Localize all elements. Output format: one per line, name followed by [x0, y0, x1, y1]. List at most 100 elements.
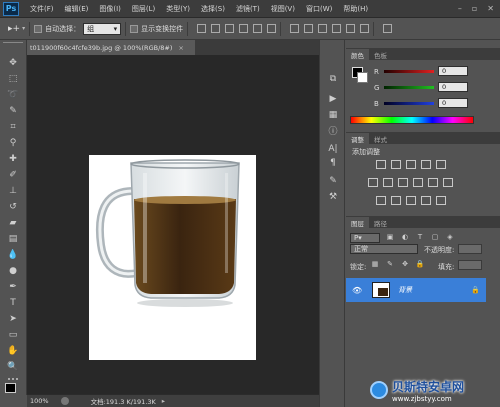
document-tab[interactable]: t011900f60c4fcfe39b.jpg @ 100%(RGB/8#) ×	[27, 40, 195, 55]
move-icon[interactable]: ✥	[6, 58, 20, 69]
tab-adjustments[interactable]: 调整	[346, 133, 369, 144]
distribute-left-icon[interactable]	[332, 24, 342, 33]
channel-mixer-icon[interactable]	[428, 178, 438, 187]
marquee-icon[interactable]: ⬚	[6, 74, 20, 85]
minimize-button[interactable]: –	[458, 4, 462, 13]
distribute-top-icon[interactable]	[290, 24, 300, 33]
type-icon[interactable]: T	[6, 298, 20, 309]
character-icon[interactable]: A|	[326, 144, 340, 156]
tool-preset-dropdown-icon[interactable]: ▾	[22, 25, 25, 32]
blue-channel-input[interactable]: 0	[438, 98, 468, 108]
red-channel-slider[interactable]	[384, 70, 434, 73]
posterize-icon[interactable]	[391, 196, 401, 205]
canvas-area[interactable]	[27, 55, 319, 394]
status-arrow-icon[interactable]: ▸	[162, 397, 165, 405]
hue-saturation-icon[interactable]	[368, 178, 378, 187]
maximize-button[interactable]: ▫	[472, 4, 477, 13]
brightness-icon[interactable]	[376, 160, 386, 169]
move-tool-icon[interactable]: ▸+	[8, 24, 20, 34]
color-spectrum-bar[interactable]	[350, 116, 474, 124]
menu-layer[interactable]: 图层(L)	[132, 4, 155, 14]
layer-kind-filter[interactable]: P▾	[350, 232, 380, 243]
close-tab-icon[interactable]: ×	[178, 44, 183, 52]
invert-icon[interactable]	[376, 196, 386, 205]
photo-filter-icon[interactable]	[413, 178, 423, 187]
menu-window[interactable]: 窗口(W)	[306, 4, 332, 14]
lock-position-icon[interactable]: ✥	[400, 260, 410, 269]
selective-color-icon[interactable]	[436, 196, 446, 205]
auto-select-dropdown[interactable]: 组 ▾	[83, 22, 122, 35]
menu-file[interactable]: 文件(F)	[30, 4, 54, 14]
menu-edit[interactable]: 编辑(E)	[65, 4, 89, 14]
align-vcenter-icon[interactable]	[211, 24, 221, 33]
properties-icon[interactable]: ▦	[326, 110, 340, 122]
align-top-icon[interactable]	[197, 24, 207, 33]
brush-icon[interactable]: ✐	[6, 170, 20, 181]
levels-icon[interactable]	[391, 160, 401, 169]
actions-icon[interactable]: ▶	[326, 94, 340, 106]
filter-type-icon[interactable]: T	[415, 233, 425, 242]
black-white-icon[interactable]	[398, 178, 408, 187]
paragraph-icon[interactable]: ¶	[326, 158, 340, 170]
auto-select-checkbox[interactable]	[34, 24, 43, 33]
show-transform-checkbox[interactable]	[130, 24, 139, 33]
zoom-level[interactable]: 100%	[30, 397, 49, 405]
green-channel-slider[interactable]	[384, 86, 434, 89]
filter-smart-icon[interactable]: ◈	[445, 233, 455, 242]
exposure-icon[interactable]	[421, 160, 431, 169]
tab-swatches[interactable]: 色板	[369, 49, 392, 60]
distribute-bottom-icon[interactable]	[318, 24, 328, 33]
blend-mode-dropdown[interactable]: 正常	[350, 244, 418, 254]
crop-icon[interactable]: ⌗	[6, 122, 20, 133]
history-brush-icon[interactable]: ↺	[6, 202, 20, 213]
distribute-right-icon[interactable]	[360, 24, 370, 33]
color-balance-icon[interactable]	[383, 178, 393, 187]
vibrance-icon[interactable]	[436, 160, 446, 169]
zoom-icon[interactable]: 🔍	[6, 362, 20, 373]
quick-select-icon[interactable]: ✎	[6, 106, 20, 117]
tab-paths[interactable]: 路径	[369, 217, 392, 228]
path-select-icon[interactable]: ➤	[6, 314, 20, 325]
status-menu-icon[interactable]	[60, 397, 69, 405]
filter-adjustment-icon[interactable]: ◐	[400, 233, 410, 242]
pen-icon[interactable]: ✒	[6, 282, 20, 293]
distribute-hcenter-icon[interactable]	[346, 24, 356, 33]
close-button[interactable]: ✕	[487, 4, 494, 13]
lasso-icon[interactable]: ➰	[6, 90, 20, 101]
auto-align-icon[interactable]	[383, 24, 393, 33]
red-channel-input[interactable]: 0	[438, 66, 468, 76]
rectangle-icon[interactable]: ▭	[6, 330, 20, 341]
menu-filter[interactable]: 滤镜(T)	[236, 4, 260, 14]
tab-styles[interactable]: 样式	[369, 133, 392, 144]
layer-row-background[interactable]: 👁 背景 🔒	[346, 278, 486, 302]
background-color-chip[interactable]	[357, 72, 368, 83]
opacity-input[interactable]	[458, 244, 482, 254]
tool-presets-icon[interactable]: ⚒	[326, 192, 340, 204]
healing-brush-icon[interactable]: ✚	[6, 154, 20, 165]
lock-transparent-icon[interactable]: ▦	[370, 260, 380, 269]
blur-icon[interactable]: 💧	[6, 250, 20, 261]
threshold-icon[interactable]	[406, 196, 416, 205]
menu-view[interactable]: 视图(V)	[271, 4, 295, 14]
blue-channel-slider[interactable]	[384, 102, 434, 105]
eyedropper-icon[interactable]: ⚲	[6, 138, 20, 149]
visibility-eye-icon[interactable]: 👁	[352, 286, 362, 295]
lock-all-icon[interactable]: 🔒	[415, 260, 425, 269]
align-right-icon[interactable]	[267, 24, 277, 33]
history-icon[interactable]: ⧉	[326, 74, 340, 86]
align-hcenter-icon[interactable]	[253, 24, 263, 33]
menu-image[interactable]: 图像(I)	[99, 4, 121, 14]
clone-stamp-icon[interactable]: ⊥	[6, 186, 20, 197]
tab-layers[interactable]: 图层	[346, 217, 369, 228]
gradient-map-icon[interactable]	[421, 196, 431, 205]
lock-image-icon[interactable]: ✎	[385, 260, 395, 269]
filter-pixel-icon[interactable]: ▣	[385, 233, 395, 242]
dodge-icon[interactable]: ●	[6, 266, 20, 277]
brush-presets-icon[interactable]: ✎	[326, 176, 340, 188]
green-channel-input[interactable]: 0	[438, 82, 468, 92]
align-left-icon[interactable]	[239, 24, 249, 33]
toolbar-collapse-icon[interactable]	[3, 42, 23, 47]
fill-input[interactable]	[458, 260, 482, 270]
align-bottom-icon[interactable]	[225, 24, 235, 33]
menu-select[interactable]: 选择(S)	[201, 4, 225, 14]
